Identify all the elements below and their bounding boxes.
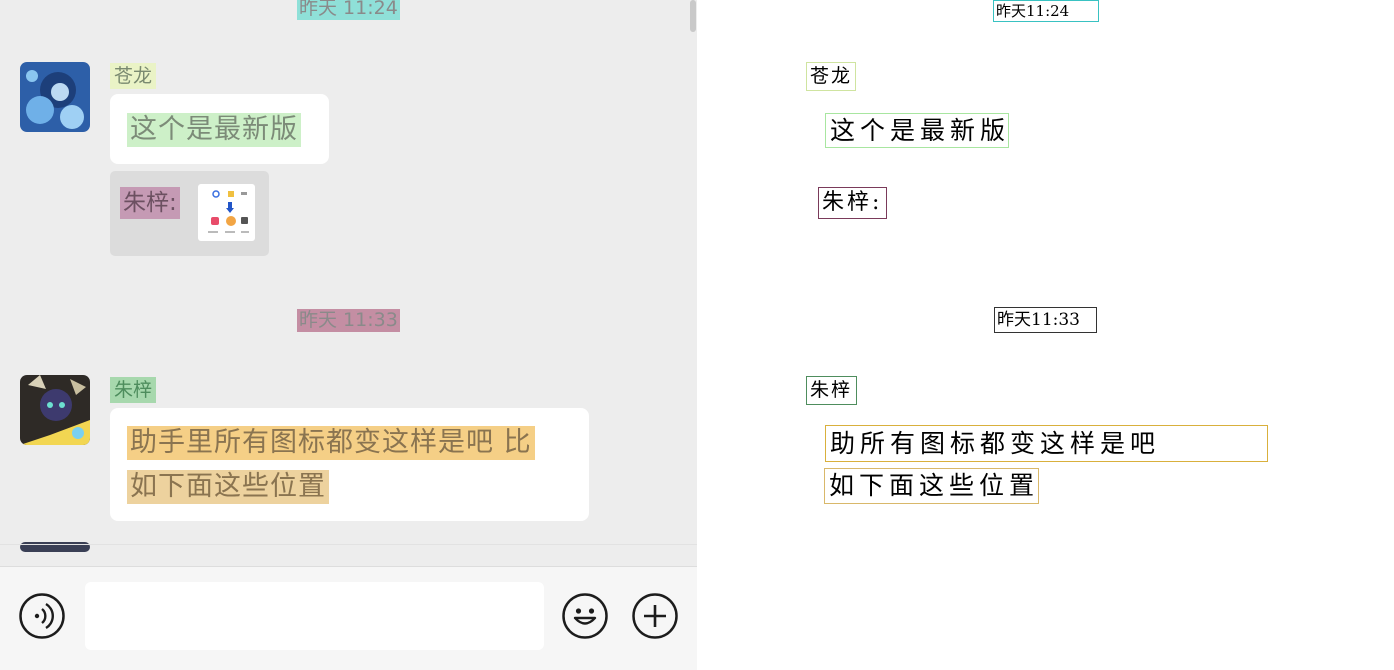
ocr-message: 这个是最新版 [825,113,1009,148]
message-text-line: 助手里所有图标都变这样是吧 比 [127,426,535,460]
timestamp: 昨天 11:33 [297,309,400,332]
ocr-sender: 苍龙 [806,62,856,91]
screen: 昨天 11:24 苍龙 这个是最新版 朱梓: 昨天 11:33 朱梓 助手里所有… [0,0,1394,670]
ocr-quote-label: 朱梓: [818,187,887,219]
ocr-sender: 朱梓 [806,376,857,405]
avatar[interactable] [20,62,90,132]
quote-sender: 朱梓: [120,187,180,219]
avatar[interactable] [20,375,90,445]
ocr-message-line: 助所有图标都变这样是吧 [825,425,1268,462]
message-bubble[interactable] [110,408,589,521]
emoji-icon[interactable] [562,593,608,639]
message-input[interactable] [85,582,544,650]
divider [0,544,697,545]
ocr-timestamp: 昨天11:24 [993,0,1099,22]
ocr-timestamp: 昨天11:33 [994,307,1097,333]
sender-name: 苍龙 [110,63,157,89]
sender-name: 朱梓 [110,377,157,403]
quote-image-thumbnail[interactable] [198,184,255,241]
chat-panel: 昨天 11:24 苍龙 这个是最新版 朱梓: 昨天 11:33 朱梓 助手里所有… [0,0,697,670]
message-text-line: 如下面这些位置 [127,470,329,504]
ocr-message-line: 如下面这些位置 [824,468,1039,504]
ocr-panel: 昨天11:24 苍龙 这个是最新版 朱梓: 昨天11:33 朱梓 助所有图标都变… [697,0,1394,670]
plus-icon[interactable] [632,593,678,639]
message-text: 这个是最新版 [127,113,301,147]
voice-icon[interactable] [19,593,65,639]
scrollbar[interactable] [690,0,696,32]
timestamp: 昨天 11:24 [297,0,400,20]
